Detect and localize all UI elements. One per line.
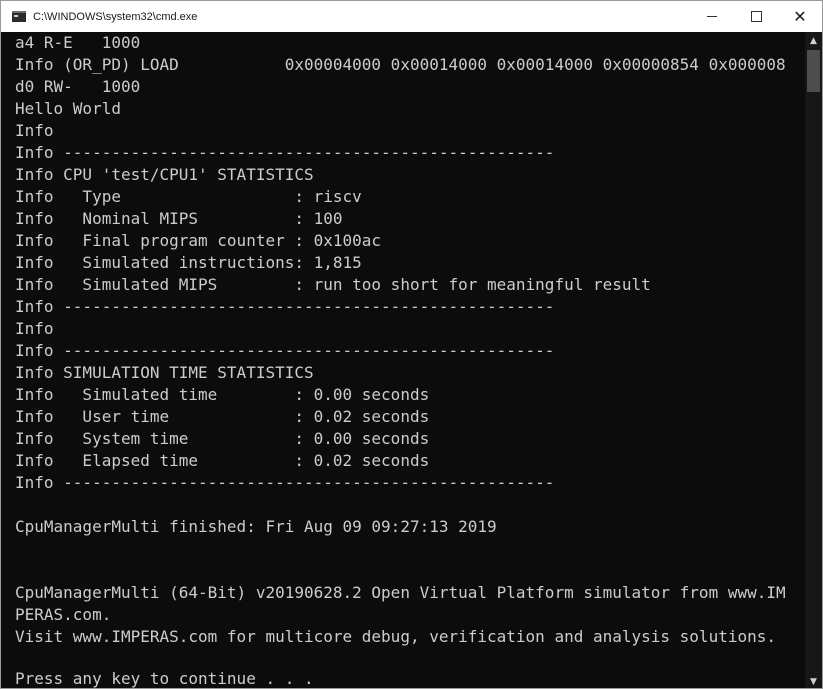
console-line: Info -----------------------------------… [15, 341, 555, 360]
console-line: Info [15, 319, 54, 338]
console-line: a4 R-E 1000 [15, 33, 141, 52]
console-line: d0 RW- 1000 [15, 77, 141, 96]
title-bar[interactable]: C:\WINDOWS\system32\cmd.exe ✕ [1, 1, 822, 32]
console-line: Info -----------------------------------… [15, 473, 555, 492]
console-line: CpuManagerMulti (64-Bit) v20190628.2 Ope… [15, 583, 786, 602]
console-line: Info Simulated instructions: 1,815 [15, 253, 362, 272]
close-button[interactable]: ✕ [778, 1, 822, 32]
console-line: Hello World [15, 99, 121, 118]
console-line: Info Simulated time : 0.00 seconds [15, 385, 430, 404]
scrollbar-thumb[interactable] [807, 50, 820, 92]
console-line: PERAS.com. [15, 605, 112, 624]
console-output[interactable]: a4 R-E 1000 Info (OR_PD) LOAD 0x00004000… [1, 32, 805, 688]
console-line: Press any key to continue . . . [15, 669, 314, 688]
console-line: Info Type : riscv [15, 187, 362, 206]
console-line: Visit www.IMPERAS.com for multicore debu… [15, 627, 776, 646]
scroll-up-arrow-icon[interactable]: ▲ [805, 32, 822, 49]
cmd-window: C:\WINDOWS\system32\cmd.exe ✕ a4 R-E 100… [0, 0, 823, 689]
console-line: Info (OR_PD) LOAD 0x00004000 0x00014000 … [15, 55, 786, 74]
console-line: Info [15, 121, 54, 140]
console-line: Info Elapsed time : 0.02 seconds [15, 451, 430, 470]
console-line: Info Nominal MIPS : 100 [15, 209, 343, 228]
console-line: Info User time : 0.02 seconds [15, 407, 430, 426]
console-line: Info -----------------------------------… [15, 143, 555, 162]
console-line: Info System time : 0.00 seconds [15, 429, 430, 448]
maximize-button[interactable] [734, 1, 778, 32]
scroll-down-arrow-icon[interactable]: ▼ [805, 673, 822, 688]
console-line: Info CPU 'test/CPU1' STATISTICS [15, 165, 314, 184]
console-line: CpuManagerMulti finished: Fri Aug 09 09:… [15, 517, 497, 536]
console-line: Info Simulated MIPS : run too short for … [15, 275, 651, 294]
window-controls: ✕ [690, 1, 822, 32]
minimize-button[interactable] [690, 1, 734, 32]
window-title: C:\WINDOWS\system32\cmd.exe [33, 10, 198, 23]
cmd-app-icon[interactable] [12, 11, 26, 22]
console-line: Info Final program counter : 0x100ac [15, 231, 382, 250]
console-line: Info SIMULATION TIME STATISTICS [15, 363, 314, 382]
vertical-scrollbar[interactable]: ▲ ▼ [805, 32, 822, 688]
console-line: Info -----------------------------------… [15, 297, 555, 316]
